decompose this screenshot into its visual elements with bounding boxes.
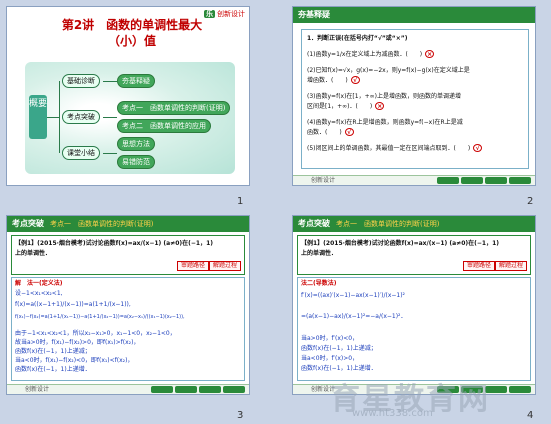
slide-header: 夯基释疑	[293, 7, 535, 23]
solution-line: 函数f(x)在(−1，1)上递减；	[301, 345, 377, 352]
solution-line: f(x)=a((x−1+1)/(x−1))=a(1+1/(x−1)),	[15, 301, 131, 308]
solution-line: 由于−1<x₁<x₂<1，所以x₂−x₁>0，x₁−1<0，x₂−1<0，	[15, 330, 176, 337]
answer-mark: √	[344, 128, 354, 136]
review-path-button[interactable]: 审题路径	[463, 261, 496, 271]
solution-line: f(x₁)−f(x₂)=a(1+1/(x₁−1))−a(1+1/(x₂−1))=…	[15, 314, 185, 320]
next-button[interactable]	[199, 386, 221, 393]
solution-line: 函数f(x)在(−1，1)上递增．	[301, 365, 377, 372]
home-button[interactable]	[461, 177, 483, 184]
problem-text: 上的单调性．	[301, 250, 338, 257]
review-path-button[interactable]: 审题路径	[177, 261, 210, 271]
question-line: (2)已知f(x)=√x，g(x)=−2x，则y=f(x)−g(x)在定义域上是	[307, 67, 470, 74]
answer-mark: ×	[425, 50, 435, 58]
solution-line: f′(x)=((ax)′(x−1)−ax(x−1)′)/(x−1)²	[301, 292, 405, 299]
outline-side-label: 概要	[29, 95, 47, 139]
outline-item-key-points[interactable]: 考点突破	[62, 110, 100, 124]
slide1-title: 第2讲 函数的单调性最大 （小）值	[61, 18, 203, 48]
solution-process-button[interactable]: 解题过程	[209, 261, 242, 271]
slide-thumbnail-1[interactable]: 乐创新设计 第2讲 函数的单调性最大 （小）值 概要 基础诊断 考点突破 课堂小…	[6, 6, 250, 186]
slide-header: 考点突破 考点一 函数单调性的判断(证明)	[293, 216, 535, 232]
outline-link-topic2[interactable]: 考点二 函数单调性的应用	[117, 119, 211, 133]
question-line: 函数．( ) √	[307, 128, 354, 137]
prev-button[interactable]	[437, 177, 459, 184]
connector	[47, 117, 59, 118]
slide-footer: 创新设计	[293, 175, 535, 185]
solution-line: 当a>0时，f′(x)<0，	[301, 335, 359, 342]
connector	[103, 153, 117, 154]
solution-line: 函数f(x)在(−1，1)上递增．	[15, 366, 91, 373]
problem-text: 【例1】(2015·烟台模考)试讨论函数f(x)=ax/(x−1) (a≠0)在…	[301, 240, 499, 247]
prev-button[interactable]	[151, 386, 173, 393]
slide-thumbnail-3[interactable]: 考点突破 考点一 函数单调性的判断(证明) 【例1】(2015·烟台模考)试讨论函…	[6, 215, 250, 395]
solution-line: 当a<0时，f(x₁)−f(x₂)<0，即f(x₁)<f(x₂)，	[15, 357, 134, 364]
problem-text: 上的单调性．	[15, 250, 52, 257]
question-line: (3)函数y=f(x)在[1，+∞)上是增函数，则函数的单调递增	[307, 93, 461, 100]
solution-process-button[interactable]: 解题过程	[495, 261, 528, 271]
solution-line: 设−1<x₁<x₂<1,	[15, 290, 63, 297]
home-button[interactable]	[175, 386, 197, 393]
slide-number: 2	[527, 196, 534, 207]
connector	[103, 81, 117, 82]
question-line: 1．判断正误(在括号内打“√”或“×”)	[307, 35, 408, 42]
slide-footer: 创新设计	[7, 384, 249, 394]
question-line: 增函数．( ) √	[307, 76, 360, 85]
answer-mark: ×	[375, 102, 385, 110]
question-line: (1)函数y=1/x在定义域上为减函数．( ) ×	[307, 50, 435, 58]
solution-method: 法二(导数法)	[301, 280, 337, 287]
solution-method: 解 法一(定义法)	[15, 280, 63, 287]
answer-mark: √	[473, 144, 483, 152]
outline-link-methods[interactable]: 思想方法	[117, 137, 155, 151]
slide-number: 4	[527, 410, 534, 421]
slide-number: 1	[237, 196, 244, 207]
slide-thumbnail-4[interactable]: 考点突破 考点一 函数单调性的判断(证明) 【例1】(2015·烟台模考)试讨论函…	[292, 215, 536, 395]
outline-link-pitfalls[interactable]: 易错防范	[117, 155, 155, 169]
outline-link-topic1[interactable]: 考点一 函数单调性的判断(证明)	[117, 101, 231, 115]
connector	[59, 81, 60, 153]
outline-item-summary[interactable]: 课堂小结	[62, 146, 100, 160]
outline-link-review[interactable]: 夯基释疑	[117, 74, 155, 88]
end-button[interactable]	[509, 177, 531, 184]
question-line: (4)函数y=f(x)在R上是增函数，则函数y=f(−x)在R上是减	[307, 119, 463, 126]
solution-line: 当a<0时，f′(x)>0，	[301, 355, 359, 362]
connector	[103, 117, 117, 118]
slide-number: 3	[237, 410, 244, 421]
end-button[interactable]	[223, 386, 245, 393]
question-line: 区间是[1，+∞)．( ) ×	[307, 102, 385, 110]
slide-thumbnail-2[interactable]: 夯基释疑 1．判断正误(在括号内打“√”或“×”) (1)函数y=1/x在定义域…	[292, 6, 536, 186]
watermark-url: www.ht338.com	[352, 408, 433, 419]
slide-header: 考点突破 考点一 函数单调性的判断(证明)	[7, 216, 249, 232]
solution-line: =(a(x−1)−ax)/(x−1)²=−a/(x−1)²．	[301, 313, 407, 320]
problem-text: 【例1】(2015·烟台模考)试讨论函数f(x)=ax/(x−1) (a≠0)在…	[15, 240, 213, 247]
next-button[interactable]	[485, 177, 507, 184]
solution-line: 故当a>0时，f(x₁)−f(x₂)>0，即f(x₁)>f(x₂)，	[15, 339, 140, 346]
answer-mark: √	[350, 76, 360, 84]
end-button[interactable]	[509, 386, 531, 393]
question-line: (5)闭区间上的单调函数，其最值一定在区间端点取到．( ) √	[307, 144, 483, 153]
solution-line: 函数f(x)在(−1，1)上递减；	[15, 348, 91, 355]
outline-item-basic[interactable]: 基础诊断	[62, 74, 100, 88]
